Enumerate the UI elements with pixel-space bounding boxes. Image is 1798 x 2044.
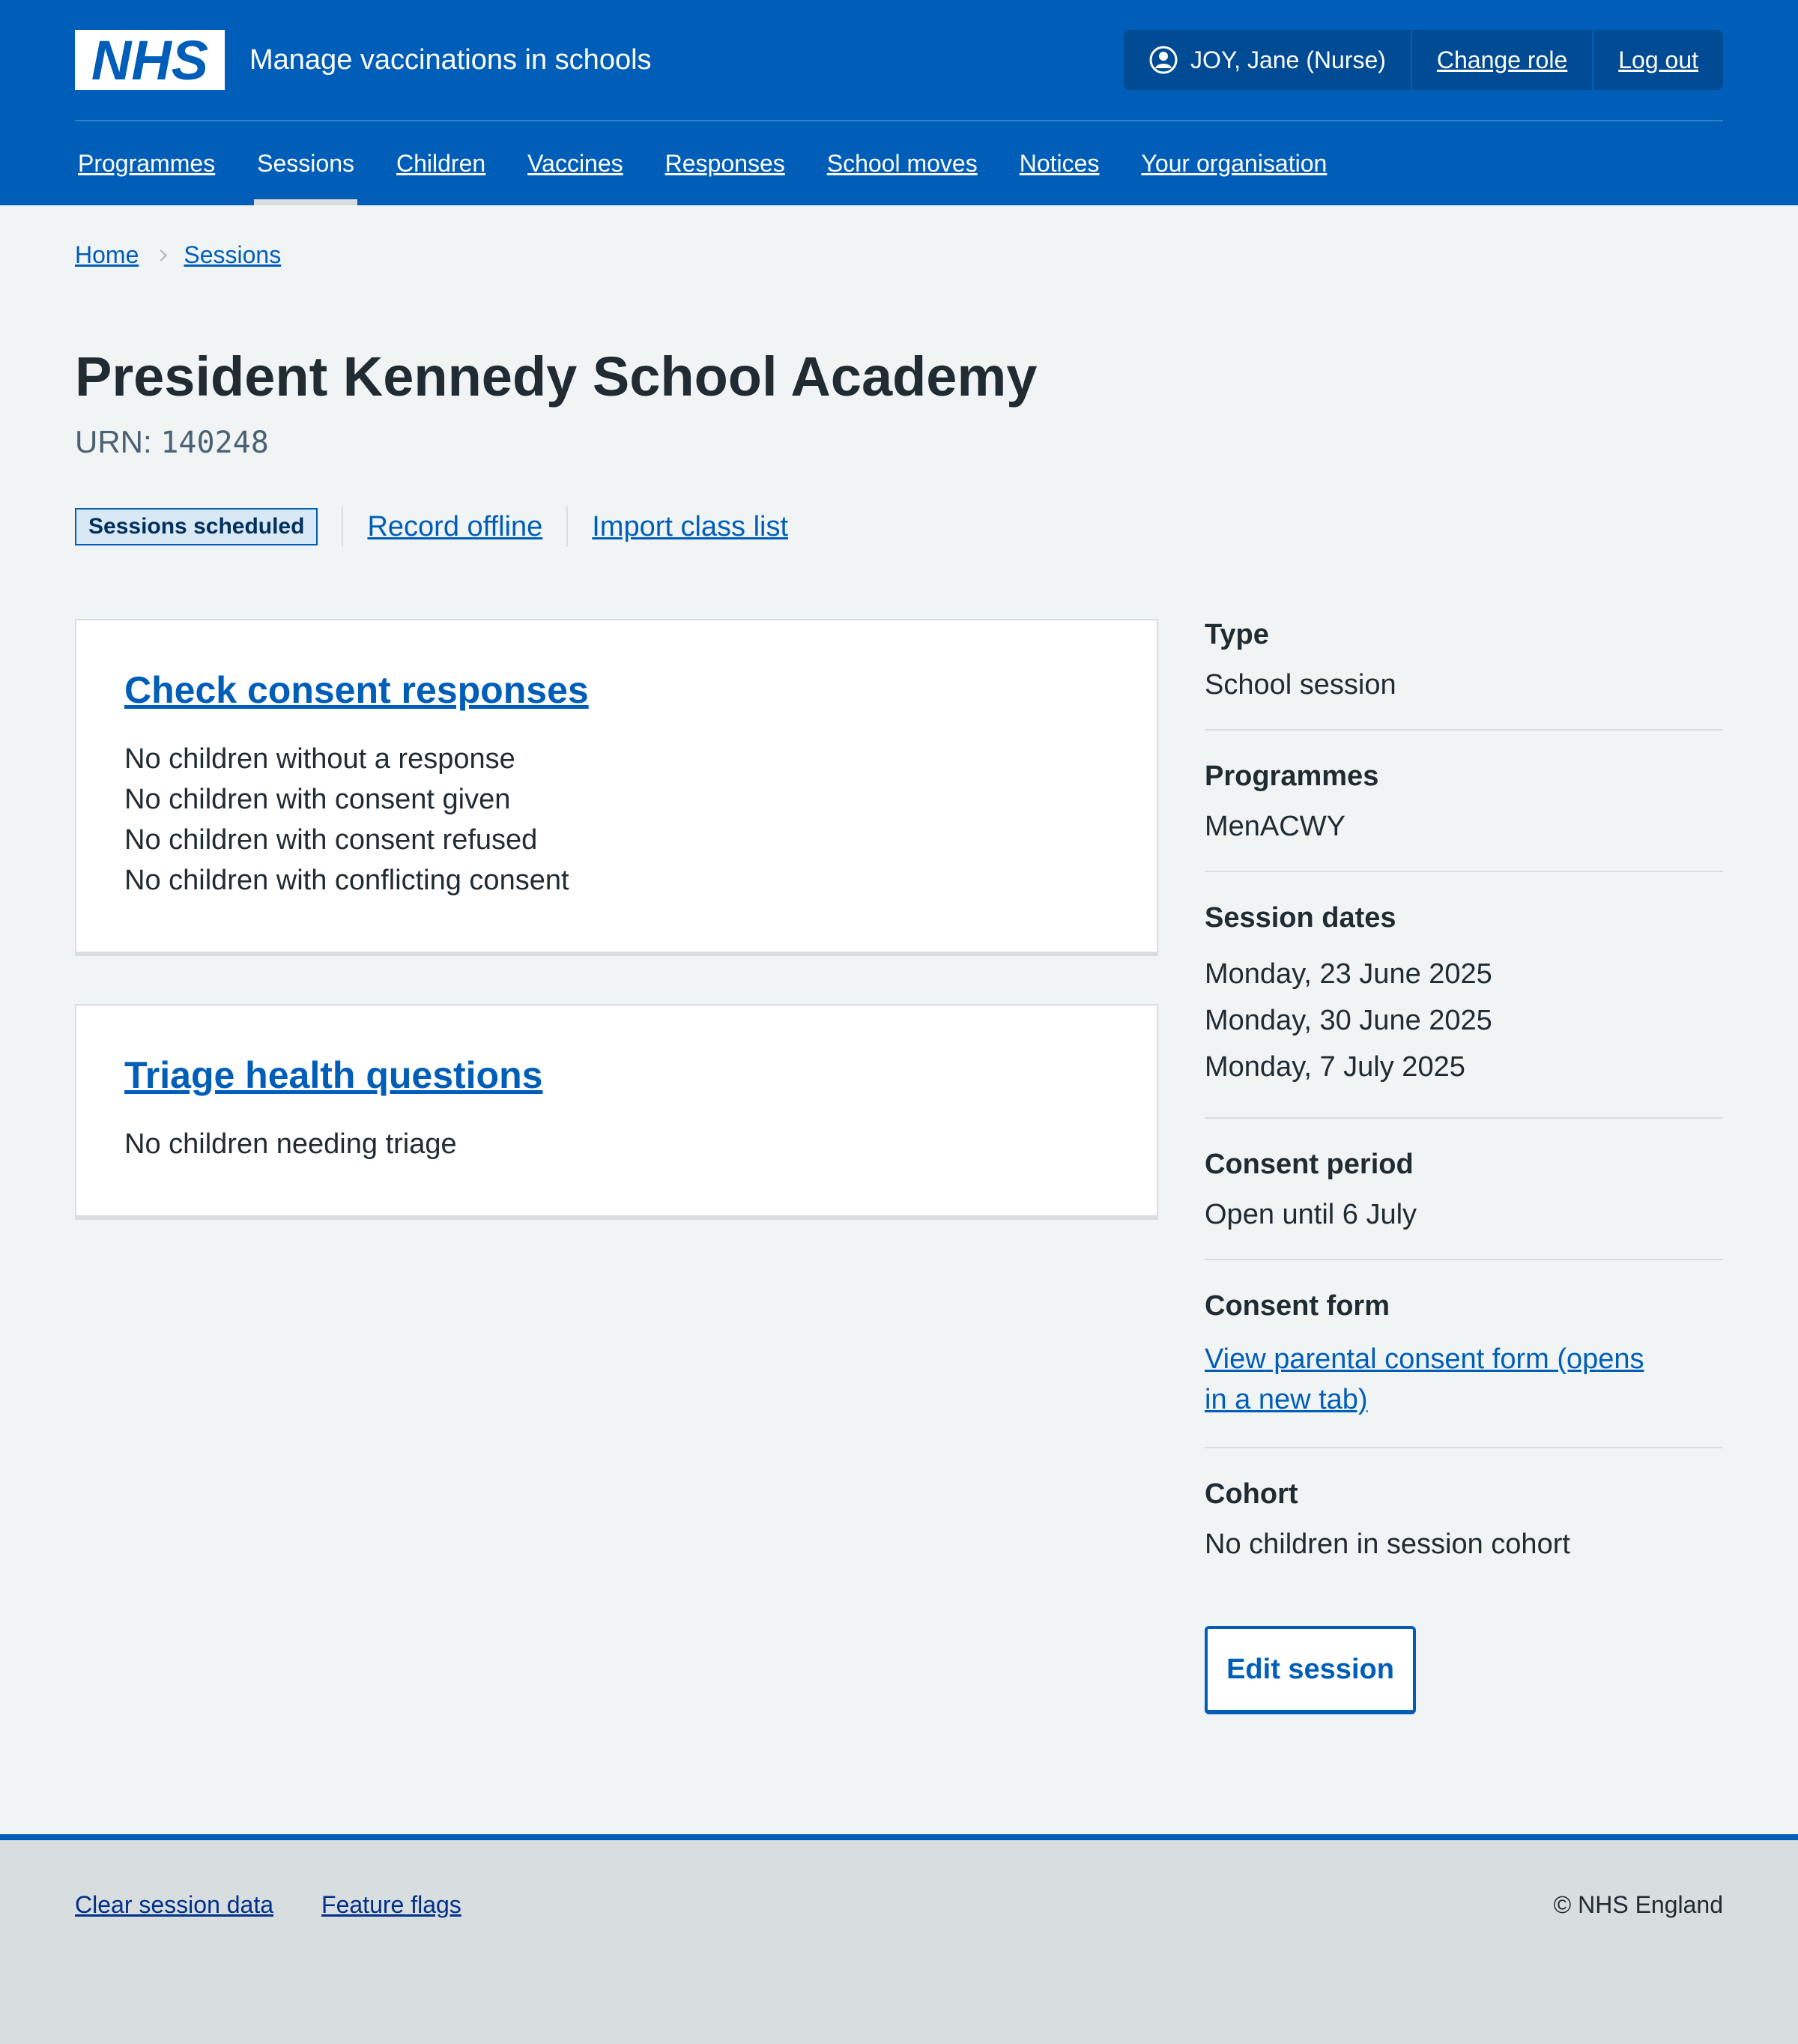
triage-health-questions-link[interactable]: Triage health questions [124, 1054, 542, 1096]
nav-link-programmes[interactable]: Programmes [78, 150, 215, 178]
nhs-logo[interactable]: NHS [75, 30, 225, 90]
log-out-item: Log out [1592, 30, 1723, 90]
urn-label: URN: [75, 424, 152, 459]
nav-item-notices: Notices [1017, 121, 1103, 205]
summary-value: MenACWY [1205, 811, 1346, 842]
nav-item-school-moves: School moves [824, 121, 981, 205]
summary-key: Session dates [1205, 902, 1396, 934]
summary-row-cohort: Cohort No children in session cohort [1205, 1478, 1723, 1588]
nav-link-responses[interactable]: Responses [665, 150, 785, 178]
consent-responses-card: Check consent responses No children with… [75, 619, 1158, 956]
urn-value: 140248 [160, 426, 269, 460]
account-user-name: JOY, Jane (Nurse) [1190, 46, 1386, 73]
card-line: No children needing triage [124, 1128, 457, 1160]
summary-key: Consent form [1205, 1290, 1390, 1322]
primary-navigation: Programmes Sessions Children Vaccines Re… [75, 121, 1366, 205]
summary-row-type: Type School session [1205, 619, 1723, 731]
chevron-right-icon [155, 249, 168, 261]
import-class-list-link[interactable]: Import class list [592, 511, 788, 543]
card-line: No children without a response [124, 743, 515, 775]
nav-link-sessions[interactable]: Sessions [257, 150, 354, 178]
change-role-link[interactable]: Change role [1437, 46, 1567, 74]
check-consent-responses-link[interactable]: Check consent responses [124, 669, 589, 711]
breadcrumb-sessions[interactable]: Sessions [184, 241, 281, 269]
site-header: NHS Manage vaccinations in schools JOY, … [0, 0, 1798, 205]
nav-item-responses: Responses [662, 121, 788, 205]
session-summary: Type School session Programmes MenACWY S… [1205, 619, 1723, 1618]
card-line: No children with consent given [124, 784, 511, 815]
nav-item-children: Children [393, 121, 488, 205]
nav-item-your-organisation: Your organisation [1138, 121, 1330, 205]
edit-session-button[interactable]: Edit session [1205, 1626, 1416, 1714]
view-consent-form-link[interactable]: View parental consent form (opens in a n… [1205, 1339, 1723, 1420]
record-offline-link[interactable]: Record offline [367, 511, 542, 543]
nav-link-notices[interactable]: Notices [1020, 150, 1100, 178]
urn: URN: 140248 [75, 424, 269, 460]
nav-link-vaccines[interactable]: Vaccines [527, 150, 623, 178]
nav-item-sessions[interactable]: Sessions [254, 121, 357, 205]
secondary-navigation: Sessions scheduled Record offline Import… [75, 507, 788, 547]
session-date: Monday, 7 July 2025 [1205, 1051, 1465, 1083]
session-date: Monday, 23 June 2025 [1205, 958, 1492, 990]
svg-text:NHS: NHS [91, 30, 208, 90]
header-top: NHS Manage vaccinations in schools JOY, … [75, 30, 1723, 90]
consent-form-link-line[interactable]: View parental consent form (opens [1205, 1343, 1644, 1375]
summary-row-consent-form: Consent form View parental consent form … [1205, 1290, 1723, 1448]
summary-row-programmes: Programmes MenACWY [1205, 761, 1723, 872]
card-line: No children with consent refused [124, 824, 538, 856]
account-user: JOY, Jane (Nurse) [1124, 30, 1411, 90]
secondary-divider [342, 507, 344, 547]
footer-links: Clear session data Feature flags [75, 1891, 509, 1919]
summary-row-consent-period: Consent period Open until 6 July [1205, 1149, 1723, 1260]
page-title: President Kennedy School Academy [75, 345, 1038, 408]
secondary-divider [566, 507, 569, 547]
consent-form-link-line[interactable]: in a new tab) [1205, 1384, 1368, 1415]
nav-link-your-organisation[interactable]: Your organisation [1141, 150, 1327, 178]
account-bar: JOY, Jane (Nurse) Change role Log out [1124, 30, 1723, 90]
summary-value: Open until 6 July [1205, 1199, 1417, 1230]
user-icon [1149, 46, 1178, 74]
copyright: © NHS England [1553, 1891, 1723, 1918]
summary-key: Programmes [1205, 761, 1379, 792]
clear-session-data-link[interactable]: Clear session data [75, 1891, 273, 1919]
summary-value: No children in session cohort [1205, 1529, 1570, 1560]
feature-flags-link[interactable]: Feature flags [321, 1891, 461, 1919]
breadcrumb: Home Sessions [75, 241, 281, 269]
summary-value: School session [1205, 669, 1396, 701]
change-role-item: Change role [1410, 30, 1592, 90]
card-line: No children with conflicting consent [124, 865, 569, 896]
summary-key: Cohort [1205, 1478, 1298, 1510]
nhs-logo-icon: NHS [75, 30, 225, 90]
summary-key: Type [1205, 619, 1269, 650]
nav-link-children[interactable]: Children [396, 150, 485, 178]
service-name[interactable]: Manage vaccinations in schools [249, 44, 652, 76]
summary-key: Consent period [1205, 1149, 1414, 1180]
breadcrumb-home[interactable]: Home [75, 241, 139, 269]
sessions-scheduled-tag[interactable]: Sessions scheduled [75, 508, 318, 545]
nav-link-school-moves[interactable]: School moves [827, 150, 978, 178]
nav-item-programmes: Programmes [75, 121, 218, 205]
nav-item-vaccines: Vaccines [524, 121, 626, 205]
triage-card: Triage health questions No children need… [75, 1004, 1158, 1220]
session-date: Monday, 30 June 2025 [1205, 1005, 1492, 1036]
site-footer: Clear session data Feature flags © NHS E… [0, 1834, 1798, 2044]
summary-row-session-dates: Session dates Monday, 23 June 2025 Monda… [1205, 902, 1723, 1119]
log-out-link[interactable]: Log out [1618, 46, 1698, 74]
